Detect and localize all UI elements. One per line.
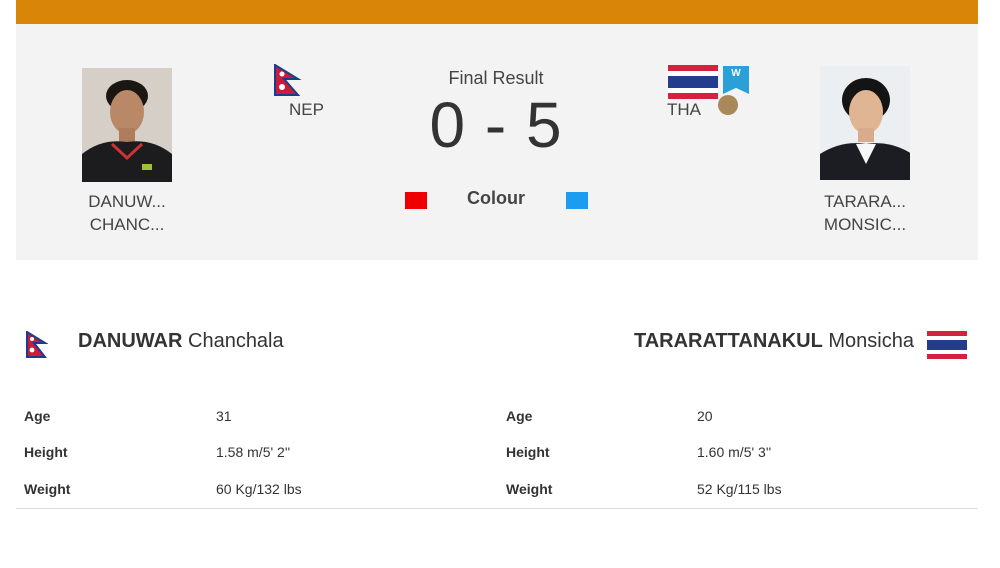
stat-weight-value-left: 60 Kg/132 lbs (216, 481, 302, 497)
stat-age-value-left: 31 (216, 408, 232, 424)
athlete-photo-left[interactable] (82, 68, 172, 182)
stat-height-label-left: Height (24, 444, 68, 460)
stat-weight-label-left: Weight (24, 481, 71, 497)
result-panel: DANUW... CHANC... NEP Final Result 0 - 5… (16, 24, 978, 260)
athlete-fullname-left[interactable]: DANUWAR Chanchala (78, 330, 284, 353)
red-corner-swatch (405, 192, 427, 209)
athlete-short-line2: CHANC... (89, 215, 165, 234)
stat-height-label-right: Height (506, 444, 550, 460)
athlete-surname: DANUWAR (78, 330, 183, 352)
blue-corner-swatch (566, 192, 588, 209)
bronze-medal-icon (718, 95, 738, 115)
athlete-surname: TARARATTANAKUL (633, 330, 823, 352)
stat-weight-value-right: 52 Kg/115 lbs (697, 481, 782, 497)
athlete-given-name: Chanchala (188, 330, 284, 352)
athlete-fullname-right[interactable]: TARARATTANAKUL Monsicha (634, 330, 914, 353)
athlete-name-short-left[interactable]: DANUW... CHANC... (67, 190, 187, 236)
nepal-flag-icon (274, 63, 302, 103)
stat-age-value-right: 20 (697, 408, 713, 424)
stat-height-value-right: 1.60 m/5' 3'' (697, 444, 772, 460)
athlete-name-short-right[interactable]: TARARA... MONSIC... (805, 190, 925, 236)
nepal-flag-icon (26, 330, 49, 364)
colour-label: Colour (467, 188, 525, 208)
country-code-left: NEP (289, 100, 324, 119)
score: 0 - 5 (429, 89, 563, 161)
divider (16, 508, 978, 509)
final-result-label: Final Result (448, 68, 544, 88)
athlete-given-name: Monsicha (828, 330, 914, 352)
stat-age-label-right: Age (506, 408, 533, 424)
athlete-photo-right[interactable] (820, 66, 910, 180)
stat-age-label-left: Age (24, 408, 51, 424)
top-accent-bar (16, 0, 978, 24)
stat-height-value-left: 1.58 m/5' 2'' (216, 444, 291, 460)
athlete-short-line2: MONSIC... (823, 215, 907, 234)
athlete-short-line1: TARARA... (824, 192, 906, 211)
athlete-short-line1: DANUW... (88, 192, 166, 211)
thailand-flag-icon (668, 65, 718, 104)
country-code-right: THA (667, 100, 701, 119)
stat-weight-label-right: Weight (506, 481, 553, 497)
thailand-flag-icon (927, 331, 967, 364)
winner-badge-icon: W (723, 66, 749, 94)
